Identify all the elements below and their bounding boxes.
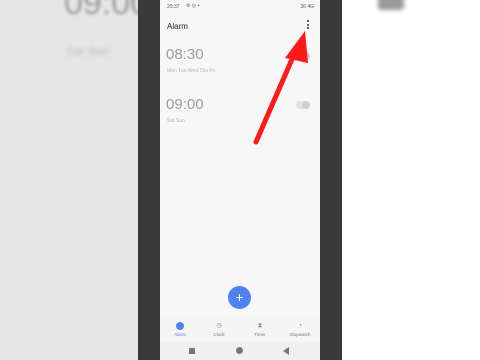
home-icon[interactable] (236, 347, 243, 354)
alarm-toggle[interactable] (296, 101, 310, 109)
tab-timer[interactable]: ⧗ Timer (245, 322, 275, 337)
status-bar: 20:37 ⚙ ◎ ▪ 36 4G (160, 0, 320, 12)
tab-label: Timer (254, 332, 266, 337)
timer-icon: ⧗ (257, 323, 263, 329)
back-icon[interactable] (283, 347, 289, 355)
status-signal-battery: 36 4G (300, 4, 314, 10)
tab-label: Stopwatch (289, 332, 311, 337)
system-navigation-bar (160, 342, 320, 360)
clock-icon: ◷ (216, 323, 222, 329)
ghost-alarm-time: 09:00 (64, 0, 150, 22)
alarm-toggle[interactable] (296, 52, 310, 60)
left-gutter (138, 0, 162, 360)
status-notification-icons: ⚙ ◎ ▪ (186, 3, 200, 9)
recents-icon[interactable] (189, 348, 195, 354)
page-title: Alarm (167, 22, 188, 31)
status-time: 20:37 (167, 4, 180, 10)
alarm-icon (176, 322, 184, 330)
tab-label: Clock (213, 332, 225, 337)
alarm-item[interactable]: 09:00 Sat Sun (160, 96, 320, 136)
stopwatch-icon: ◔ (298, 323, 302, 329)
ghost-toggle (378, 0, 404, 10)
alarm-time: 09:00 (166, 96, 204, 113)
alarm-item[interactable]: 08:30 Mon Tue Wed Thu Fri (160, 46, 320, 86)
alarm-days: Mon Tue Wed Thu Fri (167, 68, 216, 74)
bottom-navigation: Alarm ◷ Clock ⧗ Timer ◔ Stopwatch (160, 318, 320, 342)
blurred-background-left: 09:00 Sat Sun (0, 0, 160, 360)
alarm-days: Sat Sun (167, 118, 185, 124)
ghost-alarm-days: Sat Sun (66, 44, 109, 58)
add-alarm-button[interactable]: + (228, 286, 251, 309)
right-gutter (320, 0, 342, 360)
alarm-time: 08:30 (166, 46, 204, 63)
more-options-icon[interactable] (304, 19, 312, 33)
tab-label: Alarm (174, 332, 186, 337)
tab-alarm[interactable]: Alarm (165, 322, 195, 337)
tab-stopwatch[interactable]: ◔ Stopwatch (285, 322, 315, 337)
blurred-background-right (320, 0, 480, 360)
phone-screen: 20:37 ⚙ ◎ ▪ 36 4G Alarm 08:30 Mon Tue We… (160, 0, 320, 360)
tab-clock[interactable]: ◷ Clock (204, 322, 234, 337)
